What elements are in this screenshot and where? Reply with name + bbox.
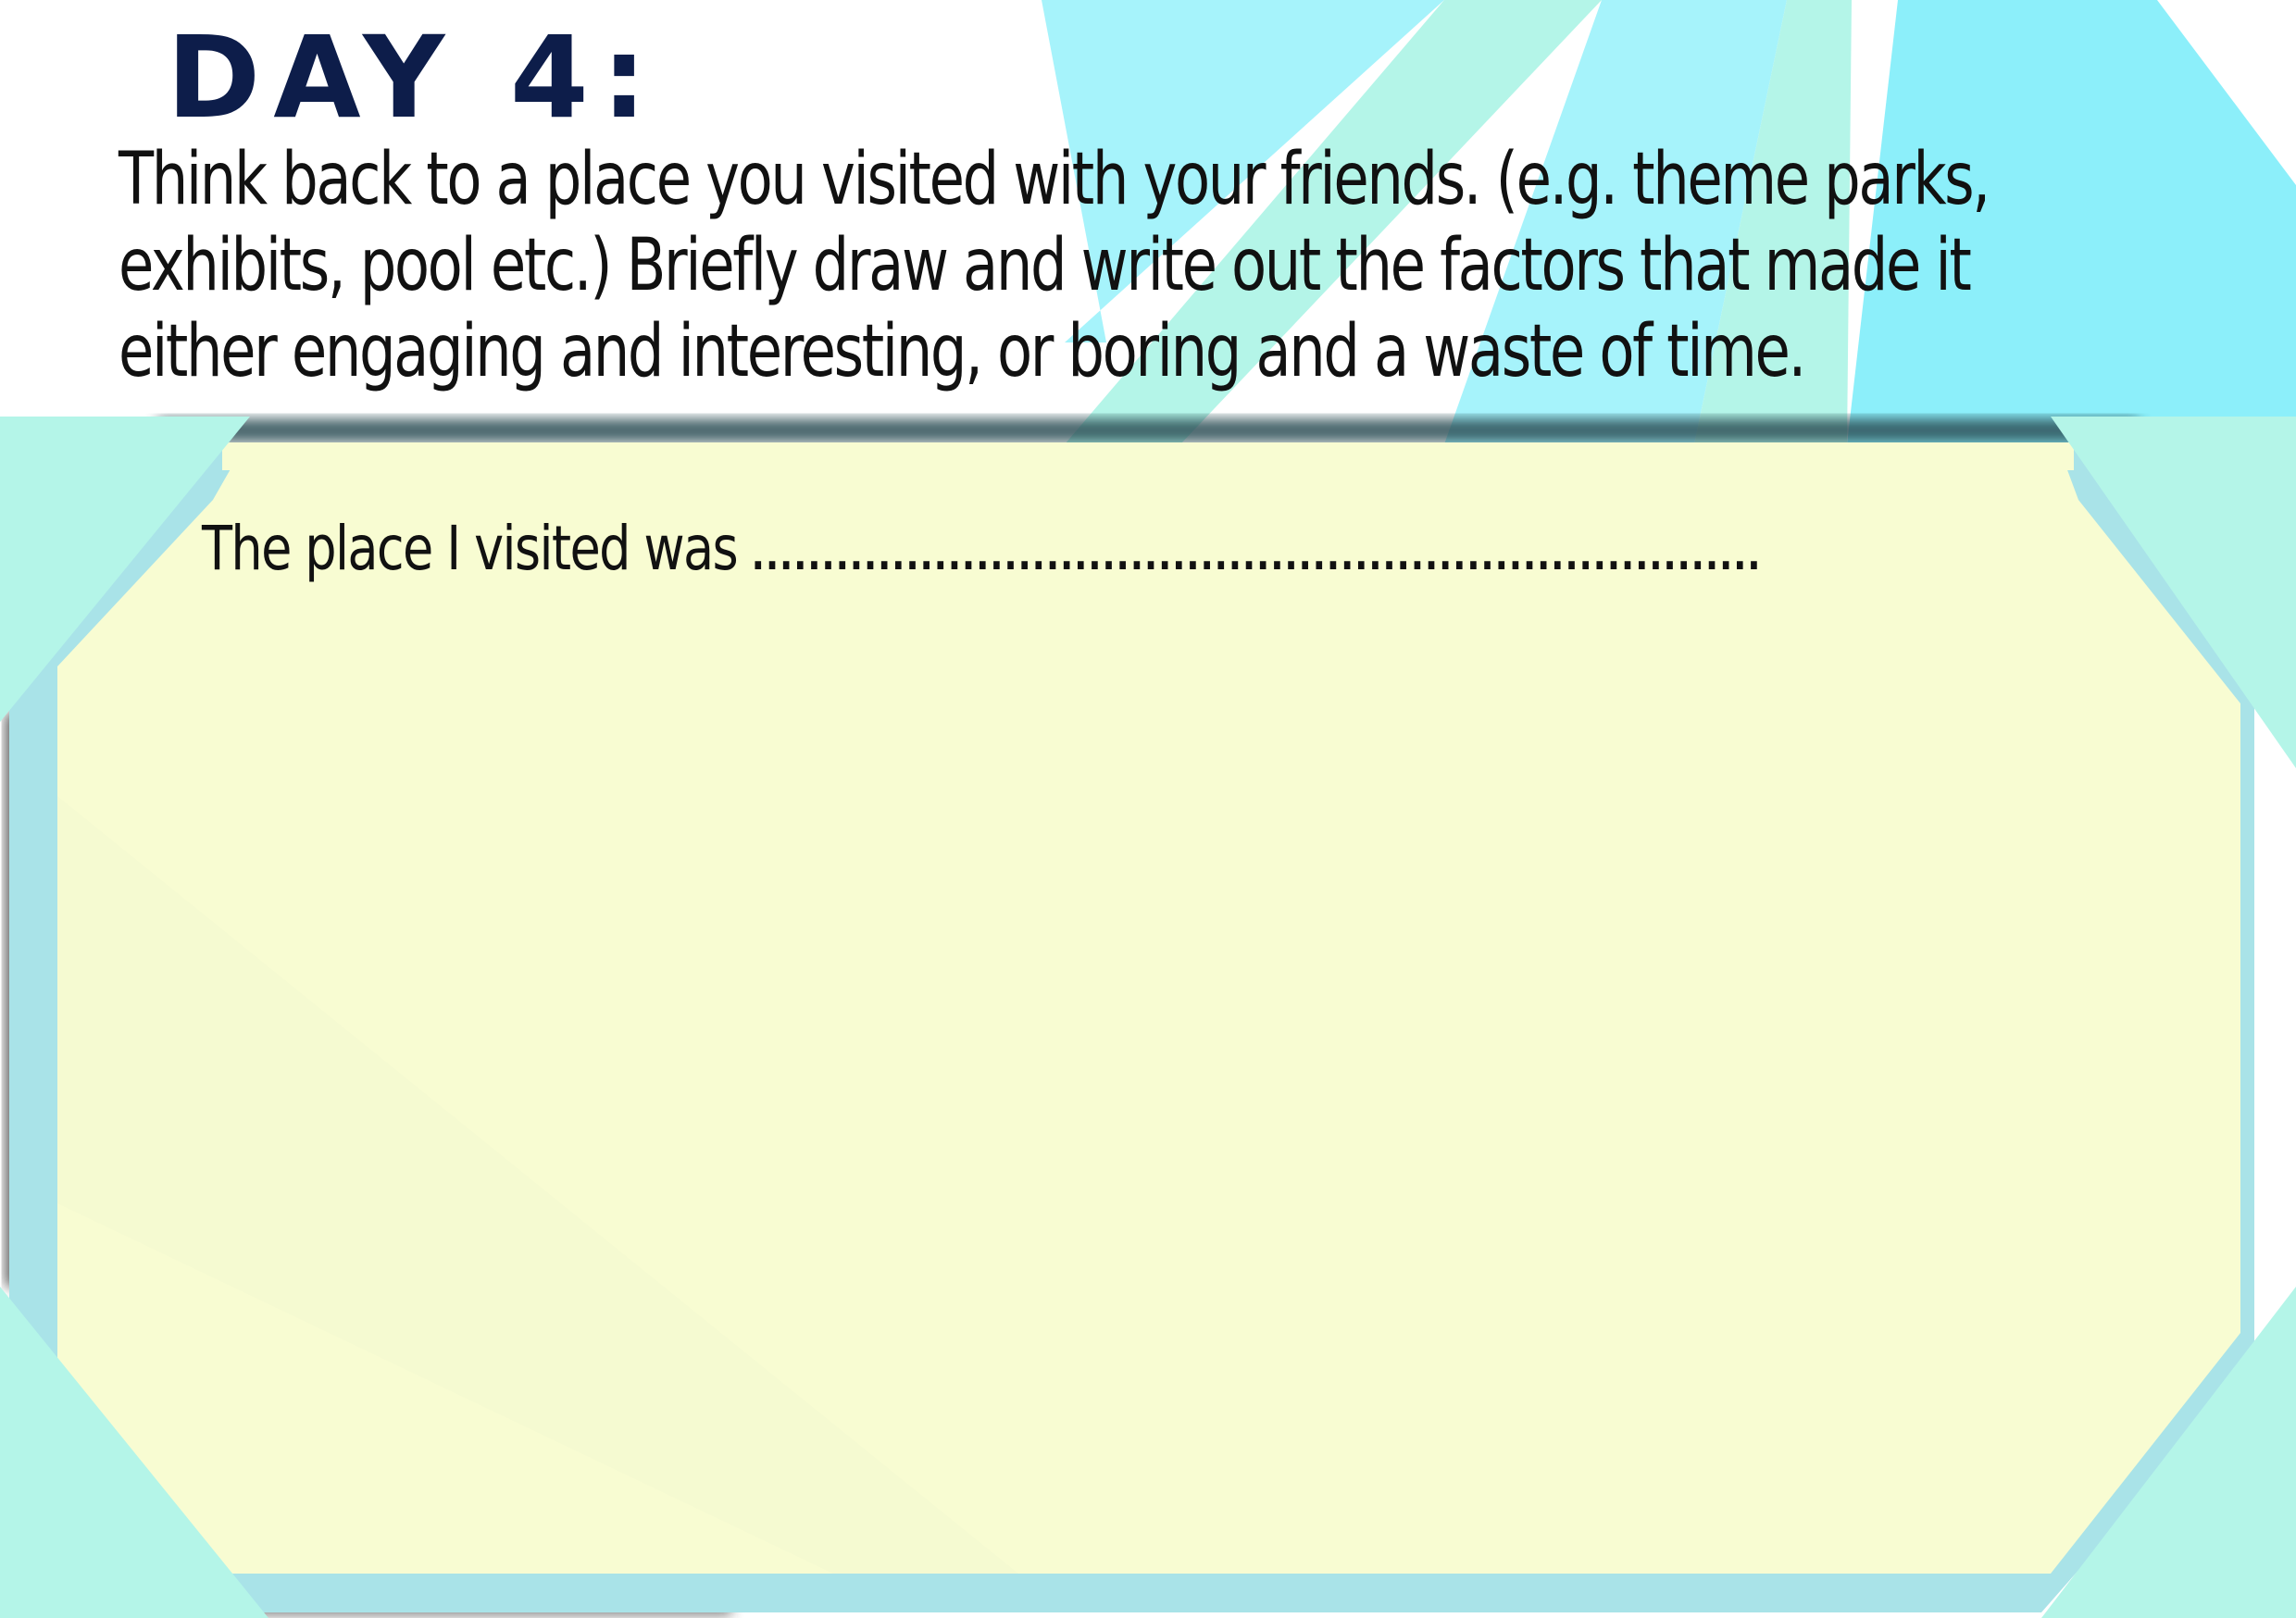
panel-top-band	[222, 442, 2074, 470]
instructions-text: Think back to a place you visited with y…	[119, 137, 2222, 395]
place-visited-fill-line[interactable]: ........................................…	[752, 533, 1762, 576]
instructions-line-3: either engaging and interesting, or bori…	[119, 310, 1806, 393]
day-title: DAY 4:	[167, 12, 660, 143]
top-shadow	[157, 418, 2139, 442]
place-visited-prompt: The place I visited was ................…	[202, 518, 1761, 579]
drawing-answer-area[interactable]	[130, 602, 2166, 1555]
instructions-line-1: Think back to a place you visited with y…	[119, 138, 1990, 221]
place-visited-label: The place I visited was	[202, 513, 739, 584]
instructions-line-2: exhibits, pool etc.) Briefly draw and wr…	[119, 224, 1972, 307]
worksheet-page: DAY 4: Think back to a place you visited…	[0, 0, 2296, 1618]
